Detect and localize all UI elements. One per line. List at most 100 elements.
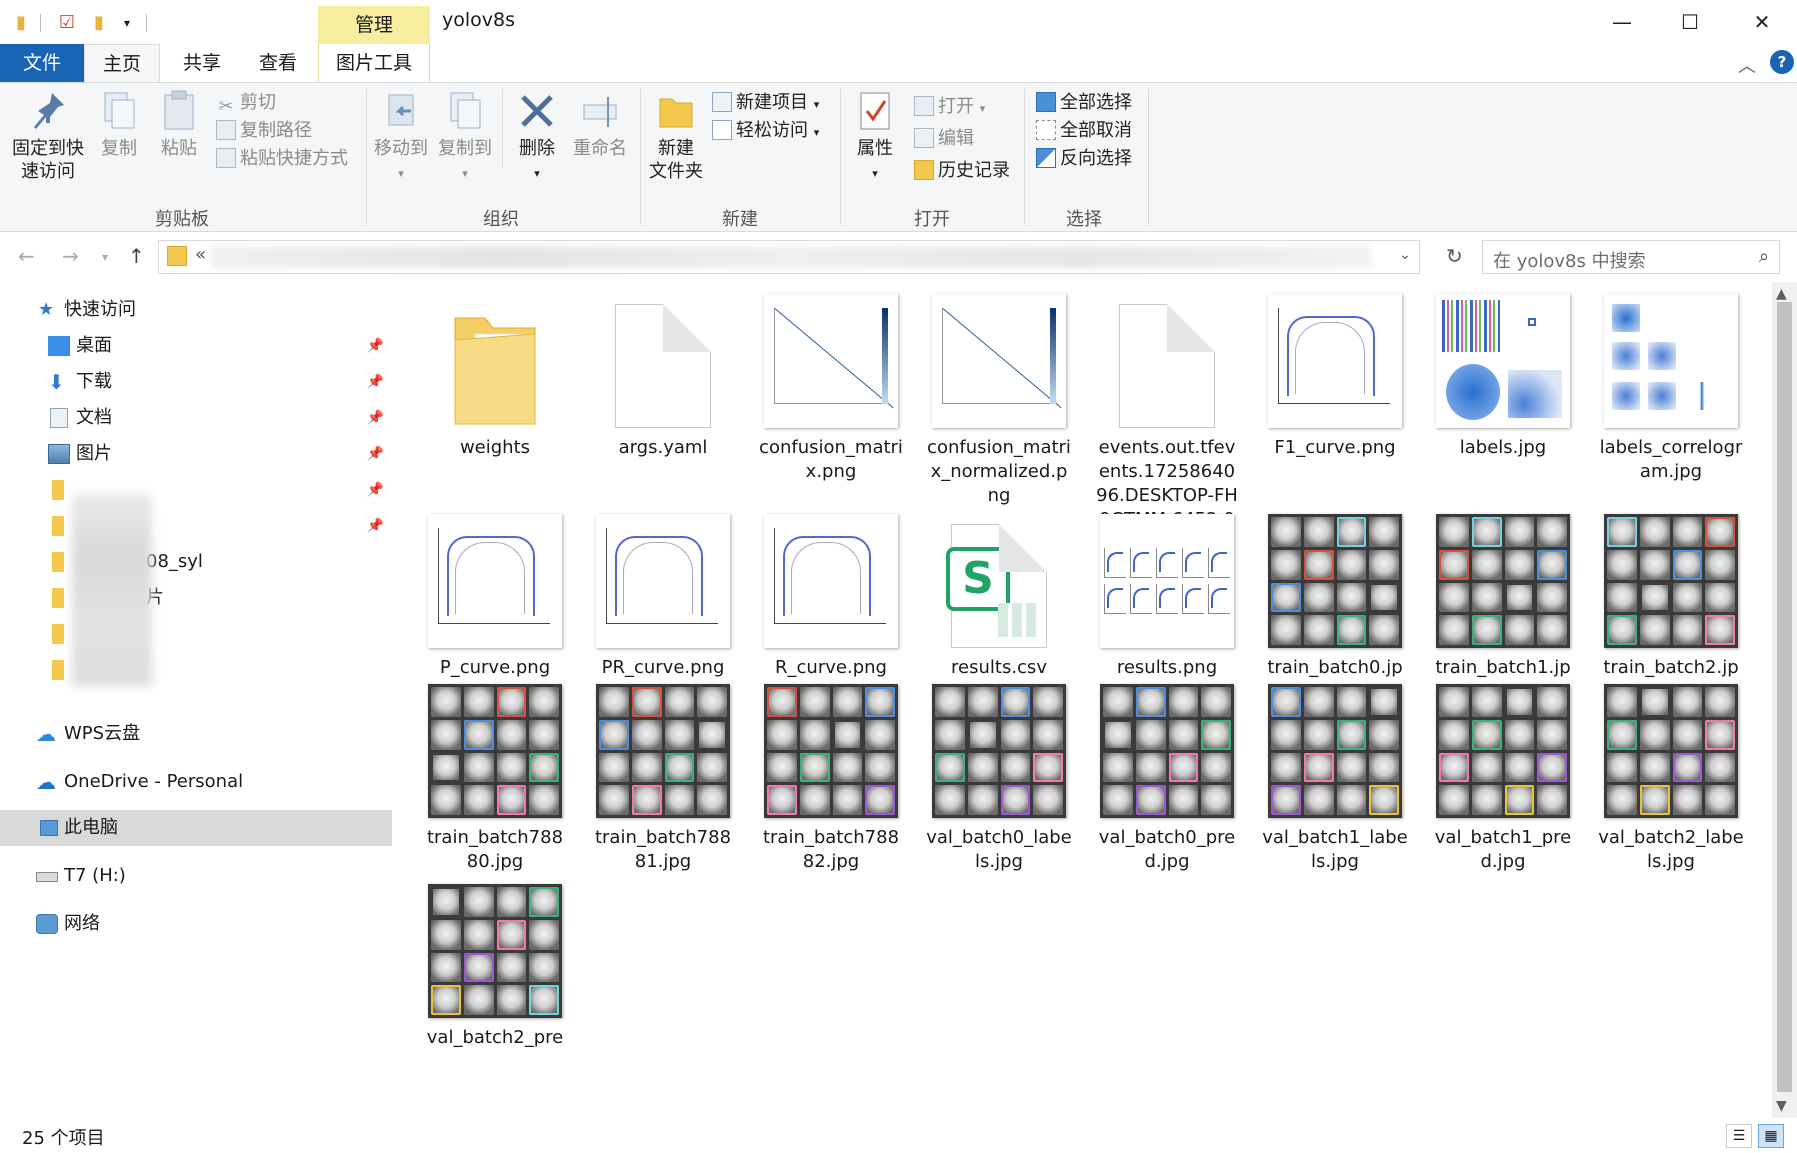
vertical-scrollbar[interactable]: ▲ ▼ <box>1772 282 1797 1118</box>
group-label-clipboard: 剪贴板 <box>155 209 209 230</box>
nav-folder[interactable]: 08_syl <box>0 544 392 580</box>
maximize-button[interactable]: ☐ <box>1658 6 1722 38</box>
paste-button[interactable]: 粘贴 <box>154 89 204 160</box>
select-none-button[interactable]: 全部取消 <box>1036 117 1132 145</box>
file-item[interactable]: F1_curve.png <box>1260 292 1410 460</box>
nav-folder[interactable]: 📌 <box>0 508 392 544</box>
invert-selection-button[interactable]: 反向选择 <box>1036 145 1132 173</box>
nav-this-pc[interactable]: 此电脑 <box>0 810 392 846</box>
file-item[interactable]: train_batch1.jpg <box>1428 512 1578 704</box>
file-item[interactable]: confusion_matrix.png <box>756 292 906 484</box>
select-all-button[interactable]: 全部选择 <box>1036 89 1132 117</box>
file-item[interactable]: confusion_matrix_normalized.png <box>924 292 1074 508</box>
nav-pictures[interactable]: 图片 📌 <box>0 436 392 472</box>
scrollbar-thumb[interactable] <box>1777 302 1792 1092</box>
file-item[interactable]: labels_correlogram.jpg <box>1596 292 1746 484</box>
search-icon[interactable]: ⌕ <box>1759 246 1769 267</box>
history-button[interactable]: 历史记录 <box>914 157 1010 185</box>
address-bar[interactable]: « ⌄ <box>158 240 1420 274</box>
move-to-button[interactable]: 移动到 ▾ <box>370 89 432 185</box>
details-view-icon[interactable]: ☰ <box>1726 1124 1752 1148</box>
nav-network[interactable]: 网络 <box>0 906 392 942</box>
file-item[interactable]: train_batch78882.jpg <box>756 682 906 874</box>
tab-picture-tools[interactable]: 图片工具 <box>318 44 430 82</box>
nav-folder[interactable] <box>0 652 392 688</box>
properties-quick-icon[interactable]: ☑ <box>56 12 78 34</box>
nav-desktop[interactable]: 桌面 📌 <box>0 328 392 364</box>
delete-button[interactable]: 删除 ▾ <box>508 89 566 185</box>
file-item[interactable]: val_batch0_pred.jpg <box>1092 682 1242 874</box>
paste-shortcut-button[interactable]: 粘贴快捷方式 <box>216 145 348 173</box>
breadcrumb-overflow[interactable]: « <box>195 244 206 265</box>
file-item[interactable]: val_batch1_pred.jpg <box>1428 682 1578 874</box>
minimize-button[interactable]: — <box>1590 6 1654 38</box>
recent-locations-icon[interactable]: ▾ <box>102 250 108 264</box>
copy-button[interactable]: 复制 <box>94 89 144 160</box>
copy-to-button[interactable]: 复制到 ▾ <box>434 89 496 185</box>
file-item[interactable]: results.png <box>1092 512 1242 680</box>
search-input[interactable]: 在 yolov8s 中搜索 ⌕ <box>1482 240 1780 274</box>
file-item[interactable]: args.yaml <box>588 292 738 460</box>
tab-home[interactable]: 主页 <box>84 44 160 83</box>
file-item[interactable]: train_batch78881.jpg <box>588 682 738 874</box>
chevron-down-icon[interactable]: ⌄ <box>1399 247 1411 263</box>
file-item[interactable]: P_curve.png <box>420 512 570 680</box>
nav-quick-access[interactable]: ★ 快速访问 <box>0 292 392 328</box>
nav-documents[interactable]: 文档 📌 <box>0 400 392 436</box>
file-item[interactable]: weights <box>420 292 570 460</box>
easy-access-button[interactable]: 轻松访问 ▾ <box>712 117 819 145</box>
file-item[interactable]: train_batch78880.jpg <box>420 682 570 874</box>
pin-icon[interactable]: 📌 <box>367 508 384 544</box>
customize-quick-access-icon[interactable]: ▾ <box>116 12 138 34</box>
large-icons-view-icon[interactable]: ▦ <box>1758 1124 1784 1148</box>
pin-icon[interactable]: 📌 <box>367 328 384 364</box>
file-item[interactable]: val_batch0_labels.jpg <box>924 682 1074 874</box>
file-item[interactable]: Sresults.csv <box>924 512 1074 680</box>
nav-wps-cloud[interactable]: ☁ WPS云盘 <box>0 716 392 752</box>
nav-folder[interactable]: 📌 <box>0 472 392 508</box>
scroll-up-icon[interactable]: ▲ <box>1776 286 1787 302</box>
new-item-button[interactable]: 新建项目 ▾ <box>712 89 819 117</box>
new-folder-button[interactable]: 新建 文件夹 <box>644 89 708 183</box>
tab-view[interactable]: 查看 <box>242 44 314 82</box>
properties-button[interactable]: 属性 ▾ <box>846 89 904 185</box>
forward-arrow-icon[interactable]: → <box>62 244 79 268</box>
open-button[interactable]: 打开 ▾ <box>914 93 985 121</box>
file-item[interactable]: val_batch1_labels.jpg <box>1260 682 1410 874</box>
nav-downloads[interactable]: ⬇ 下载 📌 <box>0 364 392 400</box>
pin-icon[interactable]: 📌 <box>367 364 384 400</box>
tab-manage[interactable]: 管理 <box>318 6 430 44</box>
cut-button[interactable]: ✂ 剪切 <box>216 89 276 117</box>
file-item[interactable]: train_batch0.jpg <box>1260 512 1410 704</box>
nav-folder[interactable] <box>0 616 392 652</box>
pin-icon[interactable]: 📌 <box>367 436 384 472</box>
edit-button[interactable]: 编辑 <box>914 125 974 153</box>
file-item[interactable]: labels.jpg <box>1428 292 1578 460</box>
up-arrow-icon[interactable]: ↑ <box>128 244 145 268</box>
rename-button[interactable]: 重命名 <box>570 89 630 160</box>
file-item[interactable]: PR_curve.png <box>588 512 738 680</box>
file-item[interactable]: train_batch2.jpg <box>1596 512 1746 704</box>
nav-folder[interactable]: 片 <box>0 580 392 616</box>
file-item[interactable]: events.out.tfevents.1725864096.DESKTOP-F… <box>1092 292 1242 532</box>
collapse-ribbon-icon[interactable]: ︿ <box>1738 52 1756 78</box>
pin-icon[interactable]: 📌 <box>367 472 384 508</box>
tab-share[interactable]: 共享 <box>166 44 238 82</box>
file-item[interactable]: val_batch2_pre <box>420 882 570 1050</box>
pin-quick-access-button[interactable]: 固定到快 速访问 <box>6 89 90 183</box>
file-item[interactable]: val_batch2_labels.jpg <box>1596 682 1746 874</box>
file-name: val_batch1_labels.jpg <box>1262 827 1408 872</box>
tab-file[interactable]: 文件 <box>0 44 84 82</box>
copy-path-button[interactable]: 复制路径 <box>216 117 312 145</box>
refresh-icon[interactable]: ↻ <box>1446 244 1463 268</box>
pin-icon[interactable]: 📌 <box>367 400 384 436</box>
nav-onedrive[interactable]: ☁ OneDrive - Personal <box>0 764 392 800</box>
folder-icon <box>167 246 187 266</box>
new-folder-quick-icon[interactable]: ▮ <box>88 12 110 34</box>
file-item[interactable]: R_curve.png <box>756 512 906 680</box>
nav-drive[interactable]: T7 (H:) <box>0 858 392 894</box>
help-icon[interactable]: ? <box>1770 50 1794 74</box>
back-arrow-icon[interactable]: ← <box>18 244 35 268</box>
scroll-down-icon[interactable]: ▼ <box>1776 1098 1787 1114</box>
close-button[interactable]: ✕ <box>1730 6 1794 38</box>
